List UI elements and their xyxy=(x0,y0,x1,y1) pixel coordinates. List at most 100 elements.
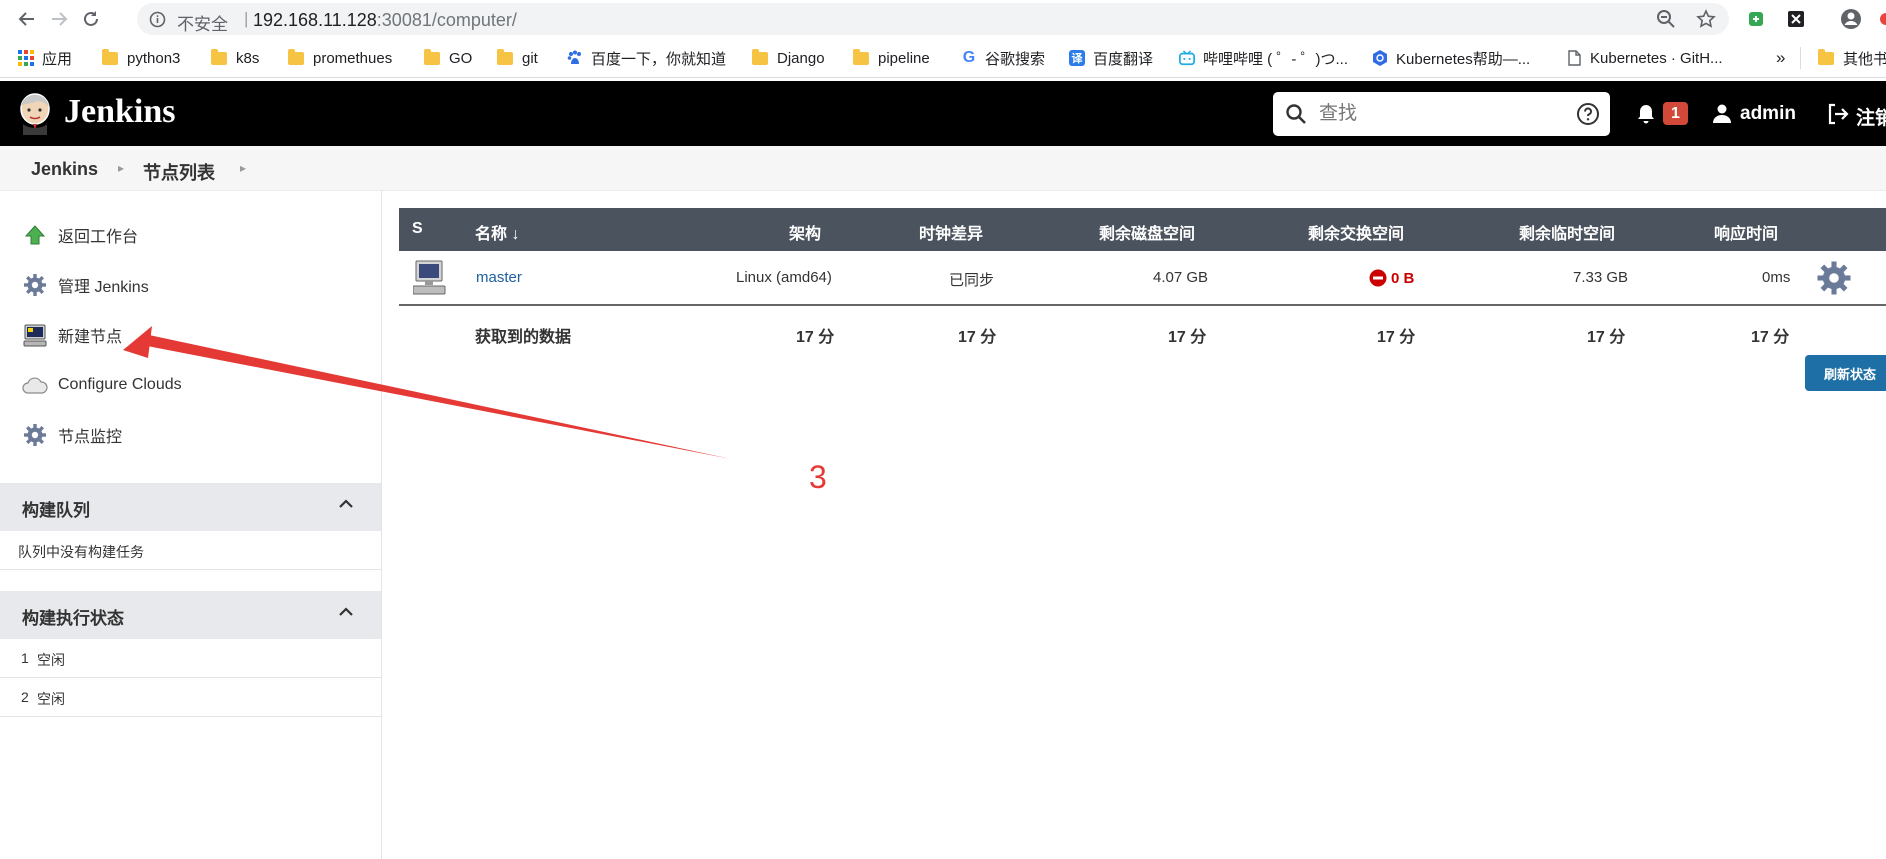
totals-value: 17 分 xyxy=(1751,329,1790,346)
logout-link[interactable]: 注销 xyxy=(1856,103,1886,130)
extension-1-button[interactable] xyxy=(1744,7,1768,31)
bookmark-kubernetes-help[interactable]: Kubernetes帮助—... xyxy=(1372,48,1530,68)
executor-number: 2 xyxy=(21,689,29,705)
jenkins-logo[interactable] xyxy=(17,92,53,135)
executor-row: 2 空闲 xyxy=(0,678,381,717)
bookmark-django[interactable]: Django xyxy=(752,48,825,68)
cloud-icon xyxy=(22,372,48,398)
bookmark-label: git xyxy=(522,49,538,67)
menu-button[interactable] xyxy=(1874,7,1886,31)
col-disk[interactable]: 剩余磁盘空间 xyxy=(1099,220,1195,244)
cell-disk: 4.07 GB xyxy=(1153,269,1209,286)
node-master-link[interactable]: master xyxy=(476,269,522,286)
task-node-monitoring[interactable]: 节点监控 xyxy=(22,421,122,449)
task-configure-clouds[interactable]: Configure Clouds xyxy=(22,371,182,399)
executors-header[interactable]: 构建执行状态 xyxy=(0,591,381,639)
bookmark-label: promethues xyxy=(313,49,393,67)
zoom-button[interactable] xyxy=(1654,7,1678,31)
folder-icon xyxy=(752,48,768,65)
cell-swap: 0 B xyxy=(1369,269,1414,287)
security-label: 不安全 xyxy=(177,15,228,34)
gear-icon xyxy=(22,422,48,448)
task-label: 节点监控 xyxy=(58,429,123,446)
task-back-to-dashboard[interactable]: 返回工作台 xyxy=(22,221,138,249)
breadcrumb-nodes[interactable]: 节点列表 xyxy=(143,159,215,185)
star-icon xyxy=(1696,9,1716,28)
bookmarks-bar: 应用 python3 k8s promethues GO git 百度一下，你就… xyxy=(0,38,1886,78)
cell-temp: 7.33 GB xyxy=(1573,269,1629,286)
configure-gear-icon[interactable] xyxy=(1816,260,1852,296)
jenkins-title[interactable]: Jenkins xyxy=(64,93,176,131)
error-icon xyxy=(1369,269,1387,287)
breadcrumb-separator-icon[interactable]: ▸ xyxy=(118,161,124,175)
build-queue-empty-row: 队列中没有构建任务 xyxy=(0,531,381,570)
user-icon xyxy=(1713,104,1731,123)
totals-label: 获取到的数据 xyxy=(475,329,572,346)
annotation-label: 3 xyxy=(809,459,827,495)
build-queue-header[interactable]: 构建队列 xyxy=(0,483,381,531)
search-input[interactable] xyxy=(1319,101,1559,127)
notification-badge[interactable]: 1 xyxy=(1663,102,1688,125)
task-label: 新建节点 xyxy=(58,329,123,346)
bookmark-label: GO xyxy=(449,49,473,67)
task-new-node[interactable]: 新建节点 xyxy=(22,321,122,349)
bookmark-google[interactable]: G 谷歌搜索 xyxy=(961,48,1045,68)
col-arch[interactable]: 架构 xyxy=(789,220,821,244)
bookmark-label: 哔哩哔哩 ( ゜- ゜)つ... xyxy=(1203,50,1348,68)
bookmark-baidu-translate[interactable]: 译 百度翻译 xyxy=(1069,48,1153,68)
col-response[interactable]: 响应时间 xyxy=(1714,220,1778,244)
forward-button[interactable] xyxy=(46,6,72,32)
bookmark-baidu[interactable]: 百度一下，你就知道 xyxy=(567,48,726,68)
breadcrumb-separator-icon[interactable]: ▸ xyxy=(240,161,246,175)
chevron-up-icon[interactable] xyxy=(339,499,353,509)
profile-button[interactable] xyxy=(1839,7,1863,31)
task-manage-jenkins[interactable]: 管理 Jenkins xyxy=(22,271,149,299)
help-icon[interactable] xyxy=(1576,102,1600,126)
breadcrumb-jenkins[interactable]: Jenkins xyxy=(31,159,98,180)
build-queue-title[interactable]: 构建队列 xyxy=(22,496,90,521)
cell-clock: 已同步 xyxy=(949,272,995,289)
folder-icon xyxy=(1818,48,1834,65)
bookmark-pipeline[interactable]: pipeline xyxy=(853,48,930,68)
apps-grid-icon xyxy=(18,50,34,66)
google-icon: G xyxy=(962,49,976,66)
executors-title[interactable]: 构建执行状态 xyxy=(22,604,124,629)
more-icon: » xyxy=(1776,48,1786,67)
refresh-status-button[interactable]: 刷新状态 xyxy=(1805,355,1886,391)
back-button[interactable] xyxy=(14,6,40,32)
bookmark-k8s[interactable]: k8s xyxy=(211,48,259,68)
forward-arrow-icon xyxy=(52,12,68,26)
zoom-out-icon xyxy=(1657,10,1675,28)
bookmark-apps[interactable]: 应用 xyxy=(18,48,72,68)
col-name[interactable]: 名称 ↓ xyxy=(475,220,519,244)
col-status[interactable]: S xyxy=(412,220,423,238)
user-link[interactable]: admin xyxy=(1740,103,1796,125)
folder-icon xyxy=(424,48,440,65)
url-text: 192.168.11.128:30081/computer/ xyxy=(253,10,517,31)
col-swap[interactable]: 剩余交换空间 xyxy=(1308,220,1404,244)
bookmark-other[interactable]: 其他书 xyxy=(1818,48,1886,68)
bookmark-star-button[interactable] xyxy=(1694,7,1718,31)
more-bookmarks-button[interactable]: » xyxy=(1776,48,1785,68)
kubernetes-icon xyxy=(1372,50,1388,66)
bookmark-promethues[interactable]: promethues xyxy=(288,48,392,68)
extension-2-button[interactable] xyxy=(1784,7,1808,31)
bookmark-kubernetes-github[interactable]: Kubernetes · GitH... xyxy=(1566,48,1723,68)
executor-number: 1 xyxy=(21,650,29,666)
bookmark-bilibili[interactable]: 哔哩哔哩 ( ゜- ゜)つ... xyxy=(1179,48,1348,68)
search-box xyxy=(1273,92,1610,136)
info-icon[interactable] xyxy=(149,11,166,28)
address-bar[interactable]: 不安全 | 192.168.11.128:30081/computer/ xyxy=(137,3,1729,35)
bookmark-python3[interactable]: python3 xyxy=(102,48,180,68)
col-clock[interactable]: 时钟差异 xyxy=(919,220,983,244)
translate-icon: 译 xyxy=(1069,50,1085,66)
reload-button[interactable] xyxy=(78,6,104,32)
profile-icon xyxy=(1841,9,1861,29)
chevron-up-icon[interactable] xyxy=(339,607,353,617)
bookmark-git[interactable]: git xyxy=(497,48,538,68)
bell-icon[interactable] xyxy=(1635,103,1657,125)
col-temp[interactable]: 剩余临时空间 xyxy=(1519,220,1615,244)
bookmark-go[interactable]: GO xyxy=(424,48,472,68)
computer-icon xyxy=(413,260,446,295)
executor-row: 1 空闲 xyxy=(0,639,381,678)
